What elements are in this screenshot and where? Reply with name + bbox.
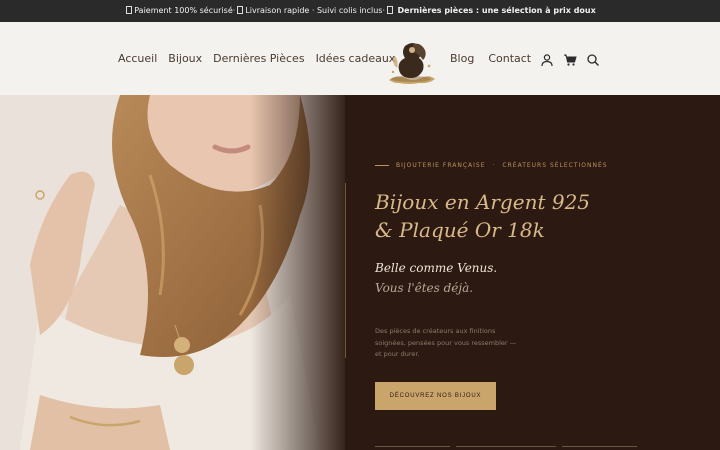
photo-fade-overlay	[250, 95, 345, 450]
description-line-3: et pour durer.	[375, 350, 420, 358]
header-icons	[540, 22, 600, 95]
truck-icon	[237, 6, 244, 14]
nav-item-contact[interactable]: Contact	[488, 52, 531, 65]
site-header: Accueil Bijoux Dernières Pièces Idées ca…	[0, 22, 720, 95]
hero-vertical-divider	[345, 183, 346, 358]
nav-item-bijoux[interactable]: Bijoux	[168, 52, 202, 65]
hero-slide-indicators	[375, 446, 637, 447]
announcement-shipping: Livraison rapide · Suivi colis inclus	[245, 6, 383, 15]
hero-content: BIJOUTERIE FRANÇAISE · CRÉATEURS SÉLECTI…	[345, 95, 720, 450]
hero-tagline-2: Vous l'êtes déjà.	[375, 281, 474, 295]
announcement-payment: Paiement 100% sécurisé	[134, 6, 233, 15]
description-line-2: soignées, pensées pour vous ressembler —	[375, 338, 517, 347]
eyebrow-dot: ·	[492, 162, 496, 169]
announcement-bar: Paiement 100% sécurisé· Livraison rapide …	[0, 0, 720, 22]
announcement-separator: ·	[382, 6, 385, 15]
eyebrow-dash	[375, 165, 389, 166]
slide-indicator[interactable]	[375, 446, 450, 447]
site-logo[interactable]	[383, 38, 439, 88]
hero-model-photo	[0, 95, 345, 450]
headline-line-1: Bijoux en Argent 925	[375, 190, 591, 214]
hero-description: Des pièces de créateurs aux finitions so…	[375, 326, 535, 361]
headline-line-2: & Plaqué Or 18k	[375, 218, 545, 242]
slide-indicator[interactable]	[456, 446, 556, 447]
discover-jewelry-button[interactable]: DÉCOUVREZ NOS BIJOUX	[375, 382, 496, 410]
eyebrow-text-b: CRÉATEURS SÉLECTIONNÉS	[502, 162, 608, 169]
nav-item-dernieres-pieces[interactable]: Dernières Pièces	[213, 52, 304, 65]
lock-icon	[126, 6, 133, 14]
slide-indicator[interactable]	[562, 446, 637, 447]
description-line-1: Des pièces de créateurs aux finitions	[375, 327, 496, 335]
account-icon[interactable]	[540, 52, 554, 66]
hero-section: BIJOUTERIE FRANÇAISE · CRÉATEURS SÉLECTI…	[0, 95, 720, 450]
eyebrow-text-a: BIJOUTERIE FRANÇAISE	[396, 162, 486, 169]
gift-icon	[386, 6, 393, 14]
nav-item-accueil[interactable]: Accueil	[118, 52, 157, 65]
hero-headline: Bijoux en Argent 925 & Plaqué Or 18k	[375, 188, 675, 244]
cart-icon[interactable]	[563, 52, 577, 66]
hero-eyebrow: BIJOUTERIE FRANÇAISE · CRÉATEURS SÉLECTI…	[375, 162, 608, 169]
hero-tagline-1: Belle comme Venus.	[375, 261, 498, 275]
search-icon[interactable]	[586, 52, 600, 66]
main-nav-right: Blog Contact	[450, 22, 531, 95]
announcement-highlight[interactable]: Dernières pièces : une sélection à prix …	[398, 6, 596, 15]
nav-item-blog[interactable]: Blog	[450, 52, 474, 65]
main-nav-left: Accueil Bijoux Dernières Pièces Idées ca…	[118, 22, 395, 95]
announcement-separator: ·	[232, 6, 236, 15]
